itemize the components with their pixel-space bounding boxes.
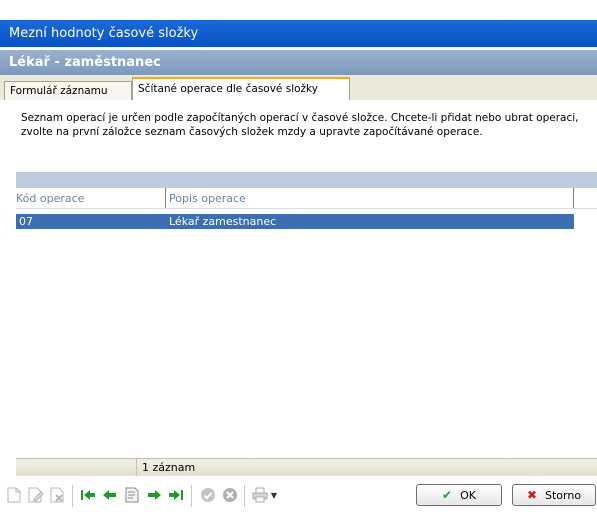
ok-button-label: OK bbox=[460, 488, 476, 502]
status-divider bbox=[136, 459, 137, 476]
checkmark-icon: ✔ bbox=[442, 488, 453, 502]
info-text: Seznam operací je určen podle započítaný… bbox=[21, 112, 579, 138]
tab-content bbox=[0, 100, 597, 460]
grid-header: Kód operace Popis operace bbox=[16, 188, 597, 209]
close-icon: ✖ bbox=[526, 488, 537, 502]
cancel-icon[interactable] bbox=[221, 486, 239, 504]
storno-button[interactable]: ✖ Storno bbox=[512, 484, 596, 506]
new-icon[interactable] bbox=[5, 486, 23, 504]
column-header-description[interactable]: Popis operace bbox=[169, 192, 246, 205]
confirm-icon[interactable] bbox=[199, 486, 217, 504]
cell-code: 07 bbox=[19, 215, 33, 228]
grid-group-bar bbox=[16, 172, 597, 188]
delete-icon[interactable] bbox=[49, 486, 67, 504]
storno-button-label: Storno bbox=[545, 488, 582, 502]
toolbar-separator bbox=[191, 485, 192, 507]
cell-description: Lékař zamestnanec bbox=[169, 215, 277, 228]
status-bar: 1 záznam bbox=[16, 458, 597, 476]
record-header: Lékař - zaměstnanec bbox=[0, 50, 597, 75]
column-divider[interactable] bbox=[165, 188, 166, 208]
column-divider[interactable] bbox=[573, 188, 574, 208]
previous-record-icon[interactable] bbox=[101, 486, 119, 504]
window-title: Mezní hodnoty časové složky bbox=[0, 20, 597, 47]
next-record-icon[interactable] bbox=[145, 486, 163, 504]
print-icon[interactable] bbox=[251, 486, 269, 504]
column-header-code[interactable]: Kód operace bbox=[16, 192, 84, 205]
tab-strip: Formulář záznamu Sčítané operace dle čas… bbox=[0, 75, 597, 101]
tab-summed-operations[interactable]: Sčítané operace dle časové složky bbox=[132, 77, 350, 101]
ok-button[interactable]: ✔ OK bbox=[416, 484, 502, 506]
record-detail-icon[interactable] bbox=[123, 486, 141, 504]
table-row[interactable]: 07 Lékař zamestnanec bbox=[16, 214, 574, 229]
record-count: 1 záznam bbox=[142, 461, 196, 474]
toolbar: ▼ ✔ OK ✖ Storno bbox=[0, 476, 597, 514]
toolbar-separator bbox=[72, 485, 73, 507]
edit-icon[interactable] bbox=[27, 486, 45, 504]
toolbar-separator bbox=[244, 485, 245, 507]
print-dropdown-icon[interactable]: ▼ bbox=[269, 486, 279, 504]
tab-record-form[interactable]: Formulář záznamu bbox=[4, 81, 132, 100]
last-record-icon[interactable] bbox=[167, 486, 185, 504]
first-record-icon[interactable] bbox=[79, 486, 97, 504]
